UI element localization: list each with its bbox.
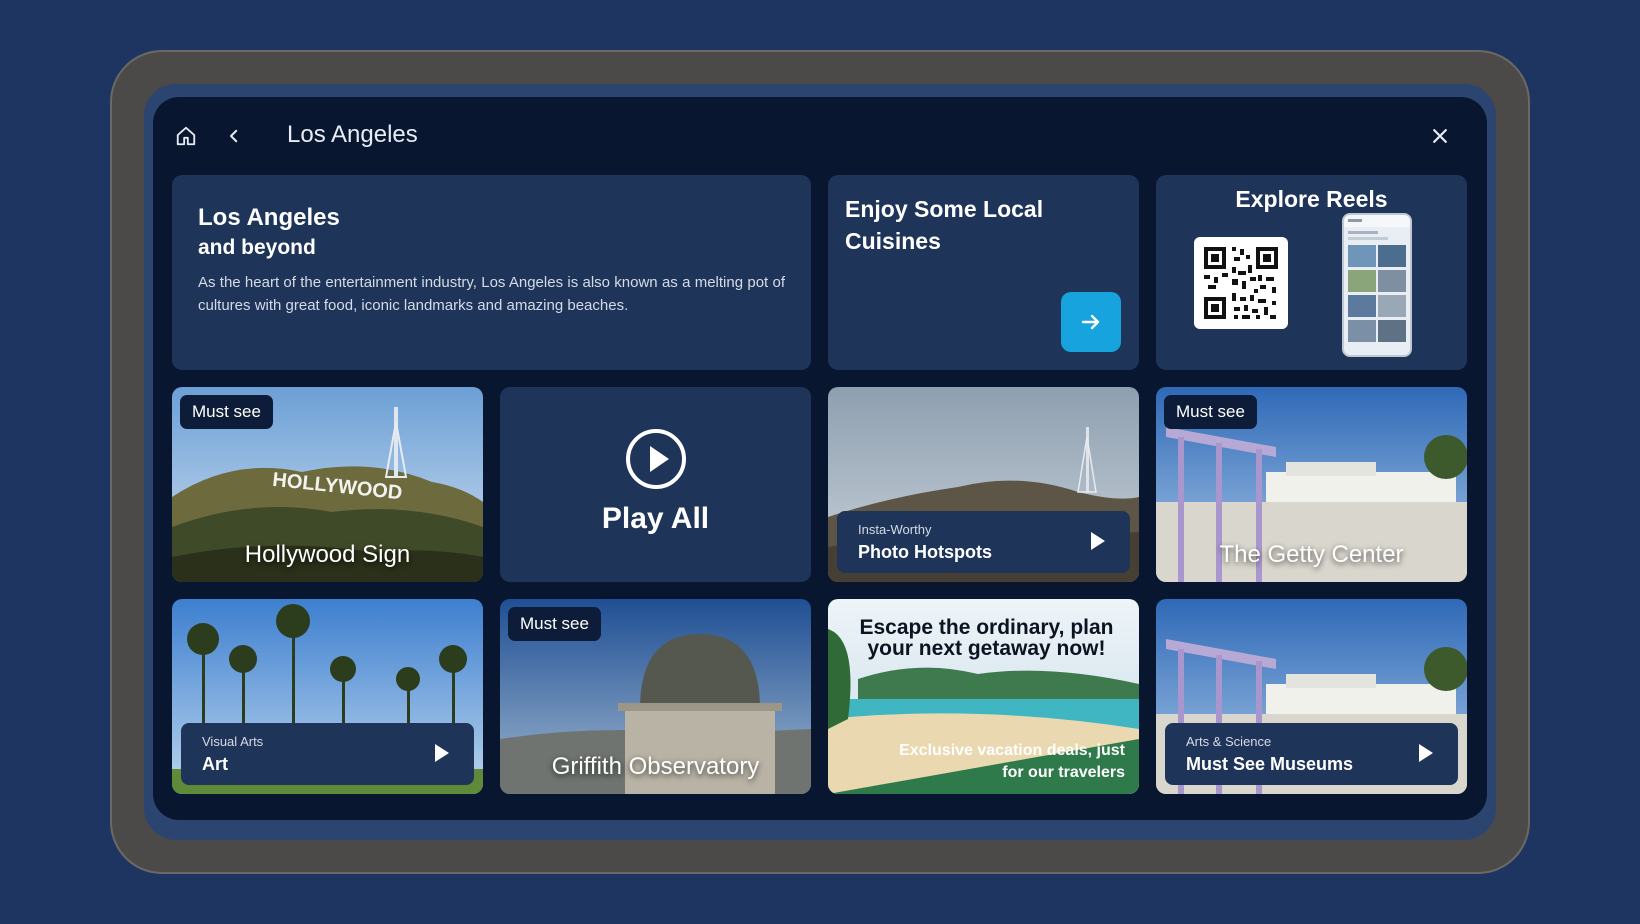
promo-tagline: Exclusive vacation deals, just for our t…	[899, 742, 1125, 781]
qr-code-icon	[1204, 247, 1278, 319]
top-bar: Los Angeles	[153, 97, 1487, 175]
close-button[interactable]	[1425, 121, 1455, 151]
category-label: Visual Arts	[202, 734, 264, 749]
must-see-badge: Must see	[508, 607, 601, 641]
tile-art[interactable]: Visual Arts Art	[172, 599, 483, 794]
art-panel: Visual Arts Art	[181, 723, 474, 785]
tile-griffith-observatory[interactable]: Must see Griffith Observatory	[500, 599, 811, 794]
qr-code	[1194, 237, 1288, 329]
cuisine-title: Enjoy Some Local Cuisines	[845, 196, 1044, 254]
promo-banner[interactable]: Escape the ordinary, plan your next geta…	[828, 599, 1139, 794]
page-title: Los Angeles	[287, 121, 418, 148]
play-all-label: Play All	[601, 502, 710, 535]
phone-preview	[1342, 213, 1412, 357]
home-button[interactable]	[171, 121, 201, 151]
arrow-right-icon	[1081, 314, 1100, 330]
tile-label: Hollywood Sign	[244, 541, 411, 568]
cuisine-card[interactable]: Enjoy Some Local Cuisines	[828, 175, 1139, 370]
intro-subtitle: and beyond	[198, 236, 316, 259]
tile-getty-center[interactable]: Must see The Getty Center	[1156, 387, 1467, 582]
intro-description: As the heart of the entertainment indust…	[198, 274, 785, 314]
play-all-button[interactable]: Play All	[500, 387, 811, 582]
intro-card: Los Angeles and beyond As the heart of t…	[172, 175, 811, 370]
home-icon	[176, 126, 196, 146]
photo-hotspots-panel: Insta-Worthy Photo Hotspots	[837, 511, 1130, 573]
reels-card: Explore Reels	[1156, 175, 1467, 370]
museums-panel: Arts & Science Must See Museums	[1165, 723, 1458, 785]
promo-headline: Escape the ordinary, plan your next geta…	[859, 616, 1114, 660]
tile-label: Griffith Observatory	[551, 753, 760, 780]
must-see-badge: Must see	[1164, 395, 1257, 429]
reels-title: Explore Reels	[1235, 186, 1388, 212]
intro-title: Los Angeles	[198, 204, 340, 231]
play-icon[interactable]	[1090, 531, 1106, 551]
back-button[interactable]	[219, 121, 249, 151]
app-screen: Los Angeles Los Angeles and beyond As th…	[153, 97, 1487, 820]
tile-hollywood-sign[interactable]: HOLLYWOOD Must see Hollywood Sign	[172, 387, 483, 582]
must-see-badge: Must see	[180, 395, 273, 429]
item-name: Art	[202, 754, 228, 774]
tile-must-see-museums[interactable]: Arts & Science Must See Museums	[1156, 599, 1467, 794]
item-name: Photo Hotspots	[858, 542, 992, 562]
item-name: Must See Museums	[1186, 754, 1354, 774]
category-label: Arts & Science	[1186, 734, 1272, 749]
cuisine-go-button[interactable]	[1061, 292, 1121, 352]
tile-photo-hotspots[interactable]: Insta-Worthy Photo Hotspots	[828, 387, 1139, 582]
play-icon[interactable]	[434, 743, 450, 763]
tile-label: The Getty Center	[1219, 541, 1404, 568]
play-circle-icon	[626, 429, 686, 489]
chevron-left-icon	[230, 129, 238, 143]
play-icon[interactable]	[1418, 743, 1434, 763]
close-icon	[1433, 129, 1447, 143]
category-label: Insta-Worthy	[858, 522, 932, 537]
